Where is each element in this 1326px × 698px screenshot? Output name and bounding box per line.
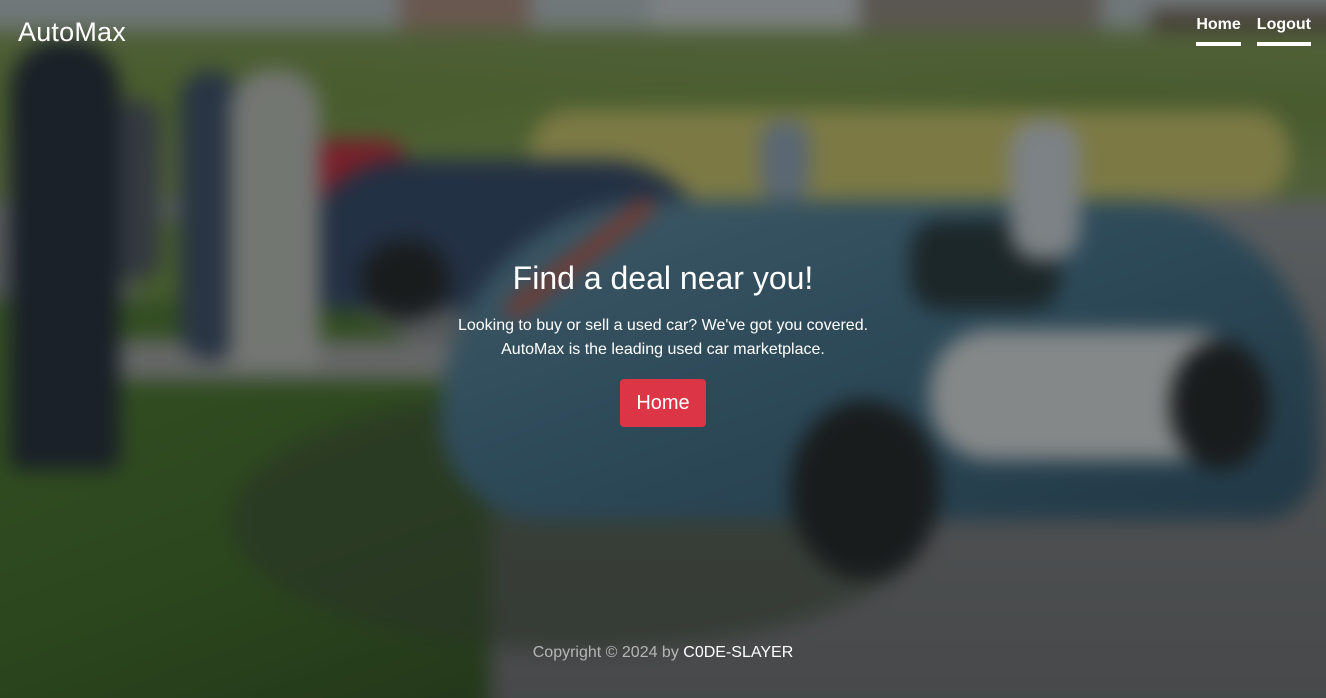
hero-lead-line-2: AutoMax is the leading used car marketpl… — [501, 341, 825, 358]
nav-home-link[interactable]: Home — [1196, 15, 1241, 46]
nav-logout-link[interactable]: Logout — [1256, 15, 1311, 46]
brand-logo-link[interactable]: AutoMax — [18, 17, 126, 48]
footer-copyright-text: Copyright © 2024 by — [532, 644, 684, 661]
nav-links: Home Logout — [1196, 15, 1311, 46]
hero-home-button[interactable]: Home — [620, 379, 706, 427]
footer: Copyright © 2024 by C0DE-SLAYER — [0, 643, 1326, 663]
navbar: AutoMax Home Logout — [0, 0, 1326, 64]
hero-headline: Find a deal near you! — [512, 260, 814, 296]
hero-section: AutoMax Home Logout Find a deal near you… — [0, 0, 1326, 698]
footer-author-link[interactable]: C0DE-SLAYER — [683, 644, 793, 661]
hero-content: Find a deal near you! Looking to buy or … — [0, 256, 1326, 427]
hero-lead-line-1: Looking to buy or sell a used car? We've… — [457, 317, 869, 334]
